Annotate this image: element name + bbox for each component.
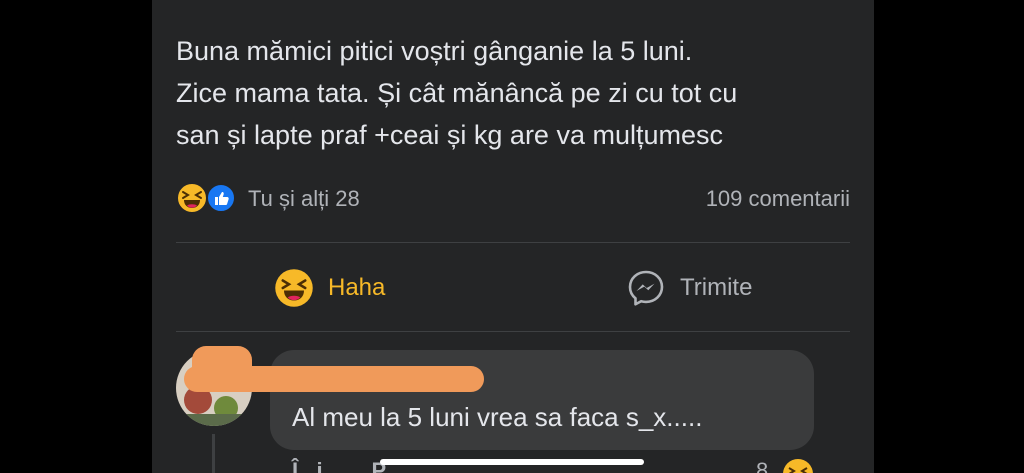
like-reaction-icon [206,183,236,213]
divider [176,242,850,243]
haha-reaction-icon [176,182,208,214]
comment-count[interactable]: 109 comentarii [706,186,850,212]
send-button[interactable]: Trimite [626,266,752,310]
comment-text: Al meu la 5 luni vrea sa faca s_x..... [292,402,703,432]
post-text-line: san și lapte praf +ceai și kg are va mul… [176,120,724,150]
haha-reaction-icon [783,459,813,473]
send-label: Trimite [680,274,753,301]
thread-line [212,434,215,473]
haha-label: Haha [328,274,386,301]
comment-bubble[interactable] [270,350,814,450]
post-panel: Buna mămici pitici voștri gânganie la 5 … [152,0,874,473]
post-text-line: Zice mama tata. Și cât mănâncă pe zi cu … [176,78,738,108]
reaction-summary[interactable]: Tu și alți 28 [248,186,360,212]
redaction-mark [192,346,252,374]
post-text: Buna mămici pitici voștri gânganie la 5 … [176,30,866,156]
home-indicator[interactable] [380,459,644,465]
haha-icon [275,269,313,307]
haha-reaction-button[interactable]: Haha [274,266,385,310]
messenger-icon [628,270,664,306]
post-text-line: Buna mămici pitici voștri gânganie la 5 … [176,36,693,66]
next-comment-reaction-count: 8 [756,458,769,473]
divider [176,331,850,332]
